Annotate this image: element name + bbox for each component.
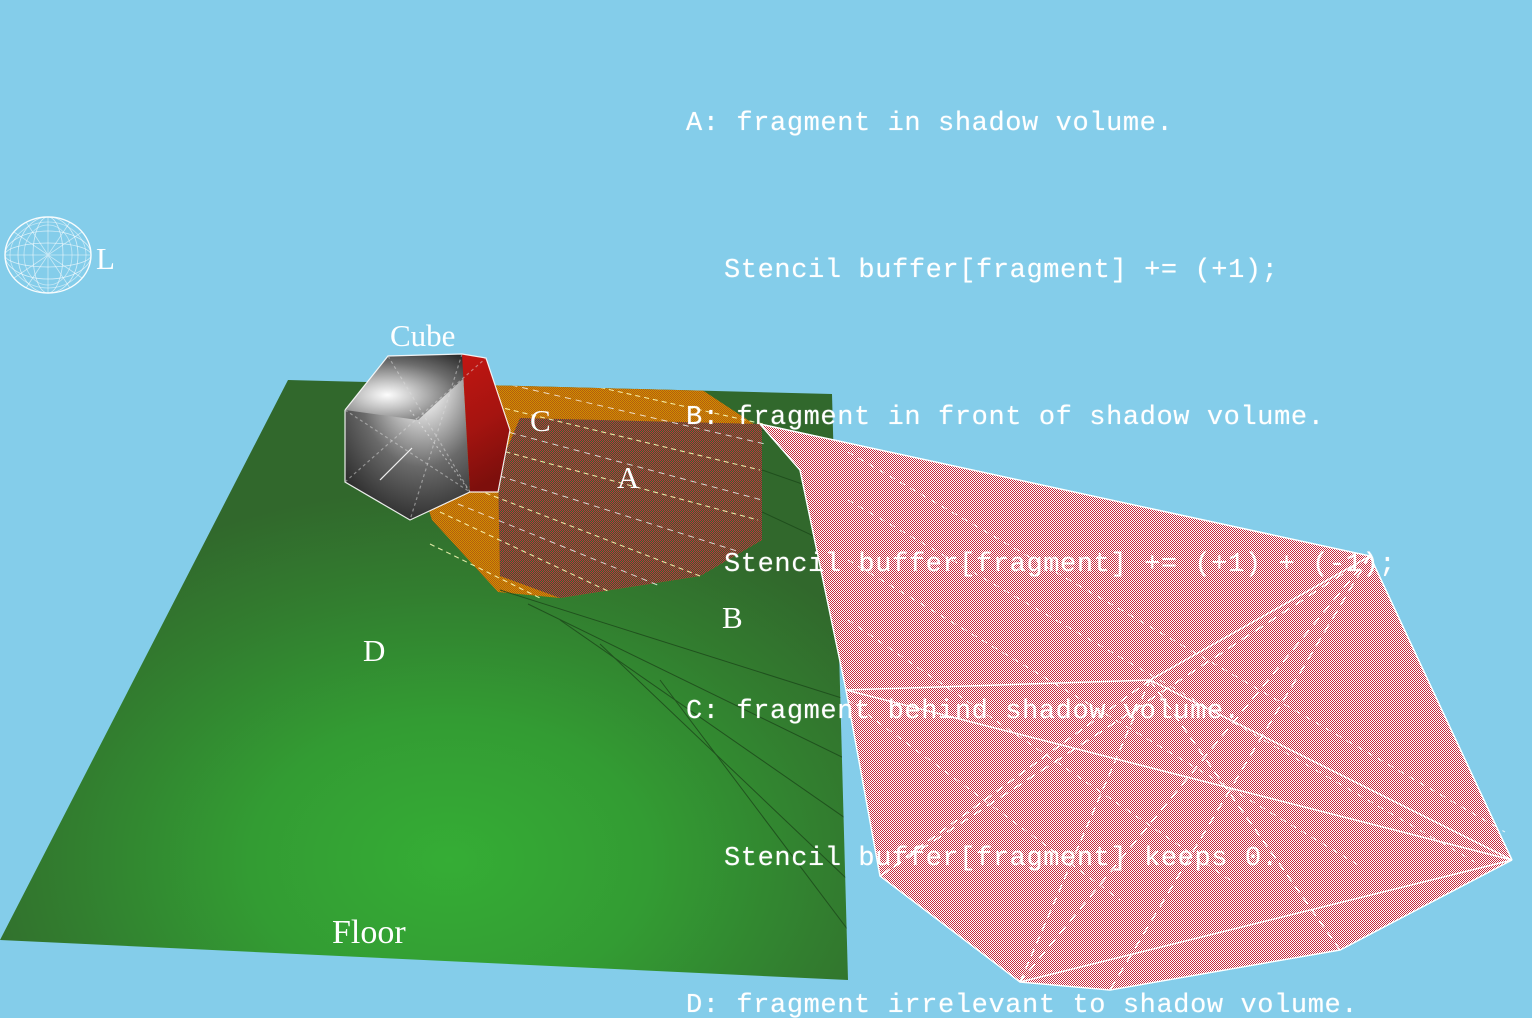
label-region-d: D <box>363 633 386 668</box>
legend-line-c-stencil: Stencil buffer[fragment] keeps 0. <box>724 844 1279 874</box>
illustration-canvas: A: fragment in shadow volume. Stencil bu… <box>0 0 1532 1018</box>
legend-line-a-title: A: fragment in shadow volume. <box>686 109 1174 139</box>
label-region-c: C <box>530 403 551 438</box>
light-source-sphere <box>4 216 92 294</box>
legend-line-b-title: B: fragment in front of shadow volume. <box>686 403 1325 433</box>
legend-line-d-title: D: fragment irrelevant to shadow volume. <box>686 991 1359 1018</box>
legend-text-block: A: fragment in shadow volume. Stencil bu… <box>686 2 1396 1018</box>
legend-line-c-title: C: fragment behind shadow volume. <box>686 697 1241 727</box>
legend-line-b-stencil: Stencil buffer[fragment] += (+1) + (-1); <box>724 550 1397 580</box>
label-region-a: A <box>617 460 640 495</box>
label-cube: Cube <box>390 318 456 353</box>
legend-line-a-stencil: Stencil buffer[fragment] += (+1); <box>724 256 1279 286</box>
label-light-source: L <box>96 241 115 276</box>
label-floor: Floor <box>332 914 406 951</box>
label-region-b: B <box>722 600 743 635</box>
